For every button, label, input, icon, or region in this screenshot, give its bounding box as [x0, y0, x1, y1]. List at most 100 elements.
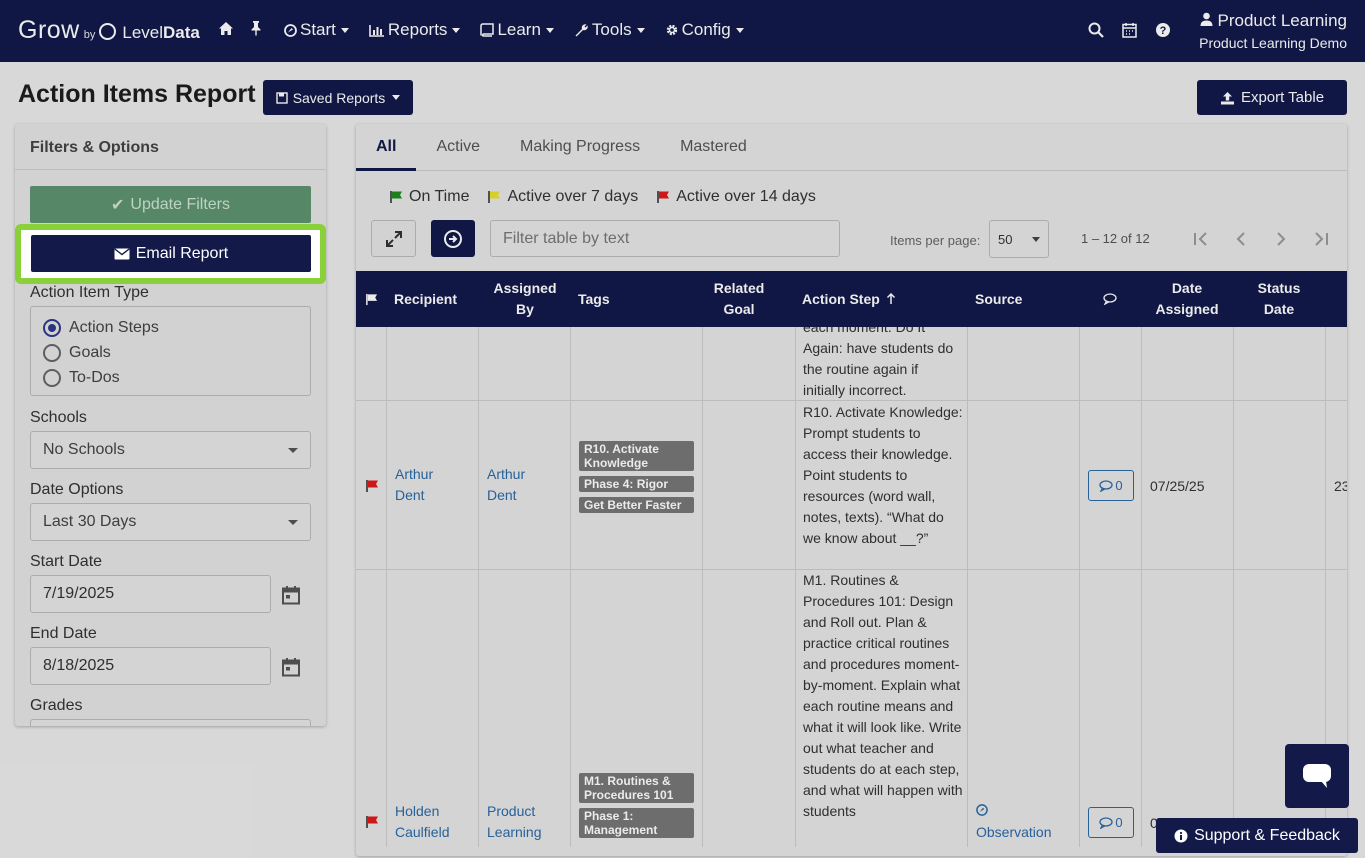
chevron-down-icon [340, 27, 349, 33]
filters-heading: Filters & Options [15, 124, 326, 170]
comments-button[interactable]: 0 [1088, 470, 1134, 501]
tab-mastered[interactable]: Mastered [660, 124, 767, 171]
gear-icon [666, 24, 677, 36]
saved-reports-button[interactable]: Saved Reports [263, 80, 413, 115]
menu-reports[interactable]: Reports [369, 20, 461, 40]
th-assigned-by[interactable]: Assigned By [479, 271, 571, 327]
end-date-label: End Date [30, 625, 97, 642]
menu-tools-label: Tools [591, 20, 632, 39]
radio-goals[interactable]: Goals [43, 340, 298, 365]
user-menu[interactable]: Product Learning Product Learning Demo [1199, 11, 1347, 51]
menu-start[interactable]: Start [284, 20, 349, 40]
update-filters-button[interactable]: ✔ Update Filters [30, 186, 311, 223]
th-status-date[interactable]: Status Date [1233, 271, 1325, 327]
th-source[interactable]: Source [967, 271, 1079, 327]
action-item-type-group: Action Steps Goals To-Dos [30, 306, 311, 396]
tab-making-progress[interactable]: Making Progress [500, 124, 660, 171]
comment-icon [1099, 479, 1114, 492]
chevron-down-icon [735, 27, 744, 33]
recipient-link[interactable]: Holden Caulfield [395, 801, 465, 843]
assigned-by-link[interactable]: Arthur Dent [487, 464, 557, 506]
comment-icon [1103, 293, 1117, 305]
th-comments[interactable] [1079, 271, 1141, 327]
th-date-assigned[interactable]: Date Assigned [1141, 271, 1233, 327]
filters-panel: Filters & Options ✔ Update Filters Actio… [15, 124, 326, 726]
calendar-icon[interactable] [1122, 22, 1137, 43]
first-page-icon[interactable] [1192, 231, 1210, 247]
calendar-icon[interactable] [281, 657, 301, 677]
envelope-icon [114, 247, 130, 259]
radio-action-steps[interactable]: Action Steps [43, 315, 298, 340]
end-date-input[interactable]: 8/18/2025 [30, 647, 271, 685]
th-related-goal[interactable]: Related Goal [703, 271, 775, 327]
chevron-down-icon [1032, 236, 1040, 242]
date-options-label: Date Options [30, 481, 124, 498]
sort-ascending-icon [886, 293, 895, 304]
tab-all[interactable]: All [356, 124, 417, 171]
upload-icon [1220, 91, 1234, 104]
start-date-input[interactable]: 7/19/2025 [30, 575, 271, 613]
menu-learn-label: Learn [497, 20, 541, 39]
legend-active-7: Active over 7 days [487, 188, 638, 206]
grades-select[interactable] [30, 719, 311, 726]
radio-checked-icon [43, 318, 61, 337]
brand-logo[interactable]: Grow by LevelData [18, 16, 200, 45]
recipient-link[interactable]: Arthur Dent [395, 464, 465, 506]
items-per-page-select[interactable]: 50 [989, 220, 1049, 258]
tag-badge: Get Better Faster [579, 497, 694, 513]
help-icon[interactable]: ? [1155, 22, 1171, 43]
assigned-by-link[interactable]: Product Learning [487, 801, 567, 843]
source-link[interactable]: Observation [976, 801, 1076, 843]
pagination-range: 1 – 12 of 12 [1081, 231, 1150, 246]
action-step-text: each moment. Do It Again: have students … [803, 327, 954, 398]
previous-page-icon[interactable] [1232, 231, 1250, 247]
radio-todos[interactable]: To-Dos [43, 365, 298, 390]
action-step-text: R10. Activate Knowledge: Prompt students… [803, 404, 963, 546]
schools-select[interactable]: No Schools [30, 431, 311, 469]
flag-yellow-icon [488, 191, 501, 203]
status-tabs: All Active Making Progress Mastered [356, 124, 1347, 171]
radio-unchecked-icon [43, 368, 61, 387]
th-tags[interactable]: Tags [571, 271, 703, 327]
menu-tools[interactable]: Tools [574, 20, 645, 40]
tag-badge: Phase 1: Management [579, 808, 694, 838]
th-truncated[interactable]: DaAc [1325, 271, 1347, 327]
tag-badge: M1. Routines & Procedures 101 [579, 773, 694, 803]
table-body: each moment. Do It Again: have students … [356, 327, 1347, 847]
th-flag[interactable] [356, 271, 387, 327]
go-button[interactable] [431, 220, 475, 257]
export-table-button[interactable]: Export Table [1197, 80, 1347, 115]
email-report-label: Email Report [135, 244, 229, 262]
comments-button[interactable]: 0 [1088, 807, 1134, 838]
action-step-text: M1. Routines & Procedures 101: Design an… [803, 572, 963, 819]
tag-badge: Phase 4: Rigor [579, 476, 694, 492]
chat-button[interactable] [1285, 744, 1349, 808]
menu-config[interactable]: Config [665, 20, 744, 40]
last-page-icon[interactable] [1312, 231, 1330, 247]
filter-table-input[interactable]: Filter table by text [490, 220, 840, 257]
search-icon[interactable] [1088, 22, 1104, 43]
email-report-button[interactable]: Email Report [31, 235, 311, 272]
chevron-down-icon [636, 27, 645, 33]
update-filters-label: Update Filters [130, 195, 230, 213]
menu-learn[interactable]: Learn [480, 20, 554, 40]
top-navbar: Grow by LevelData Start Reports Learn To… [0, 0, 1365, 62]
date-options-select[interactable]: Last 30 Days [30, 503, 311, 541]
support-feedback-button[interactable]: Support & Feedback [1156, 818, 1358, 853]
start-icon [284, 23, 297, 37]
calendar-icon[interactable] [281, 585, 301, 605]
brand-by: by [83, 29, 96, 41]
observation-icon [976, 804, 988, 816]
th-action-step[interactable]: Action Step [796, 271, 966, 327]
expand-icon [385, 230, 402, 247]
next-page-icon[interactable] [1272, 231, 1290, 247]
pin-icon[interactable] [250, 20, 262, 41]
home-icon[interactable] [218, 21, 234, 41]
tab-active[interactable]: Active [416, 124, 500, 171]
th-recipient[interactable]: Recipient [387, 271, 479, 327]
items-per-page-label: Items per page: [890, 233, 981, 248]
expand-button[interactable] [371, 220, 416, 257]
menu-start-label: Start [300, 20, 336, 39]
truncated-cell: 23 [1334, 478, 1347, 494]
page-title: Action Items Report [18, 80, 256, 108]
